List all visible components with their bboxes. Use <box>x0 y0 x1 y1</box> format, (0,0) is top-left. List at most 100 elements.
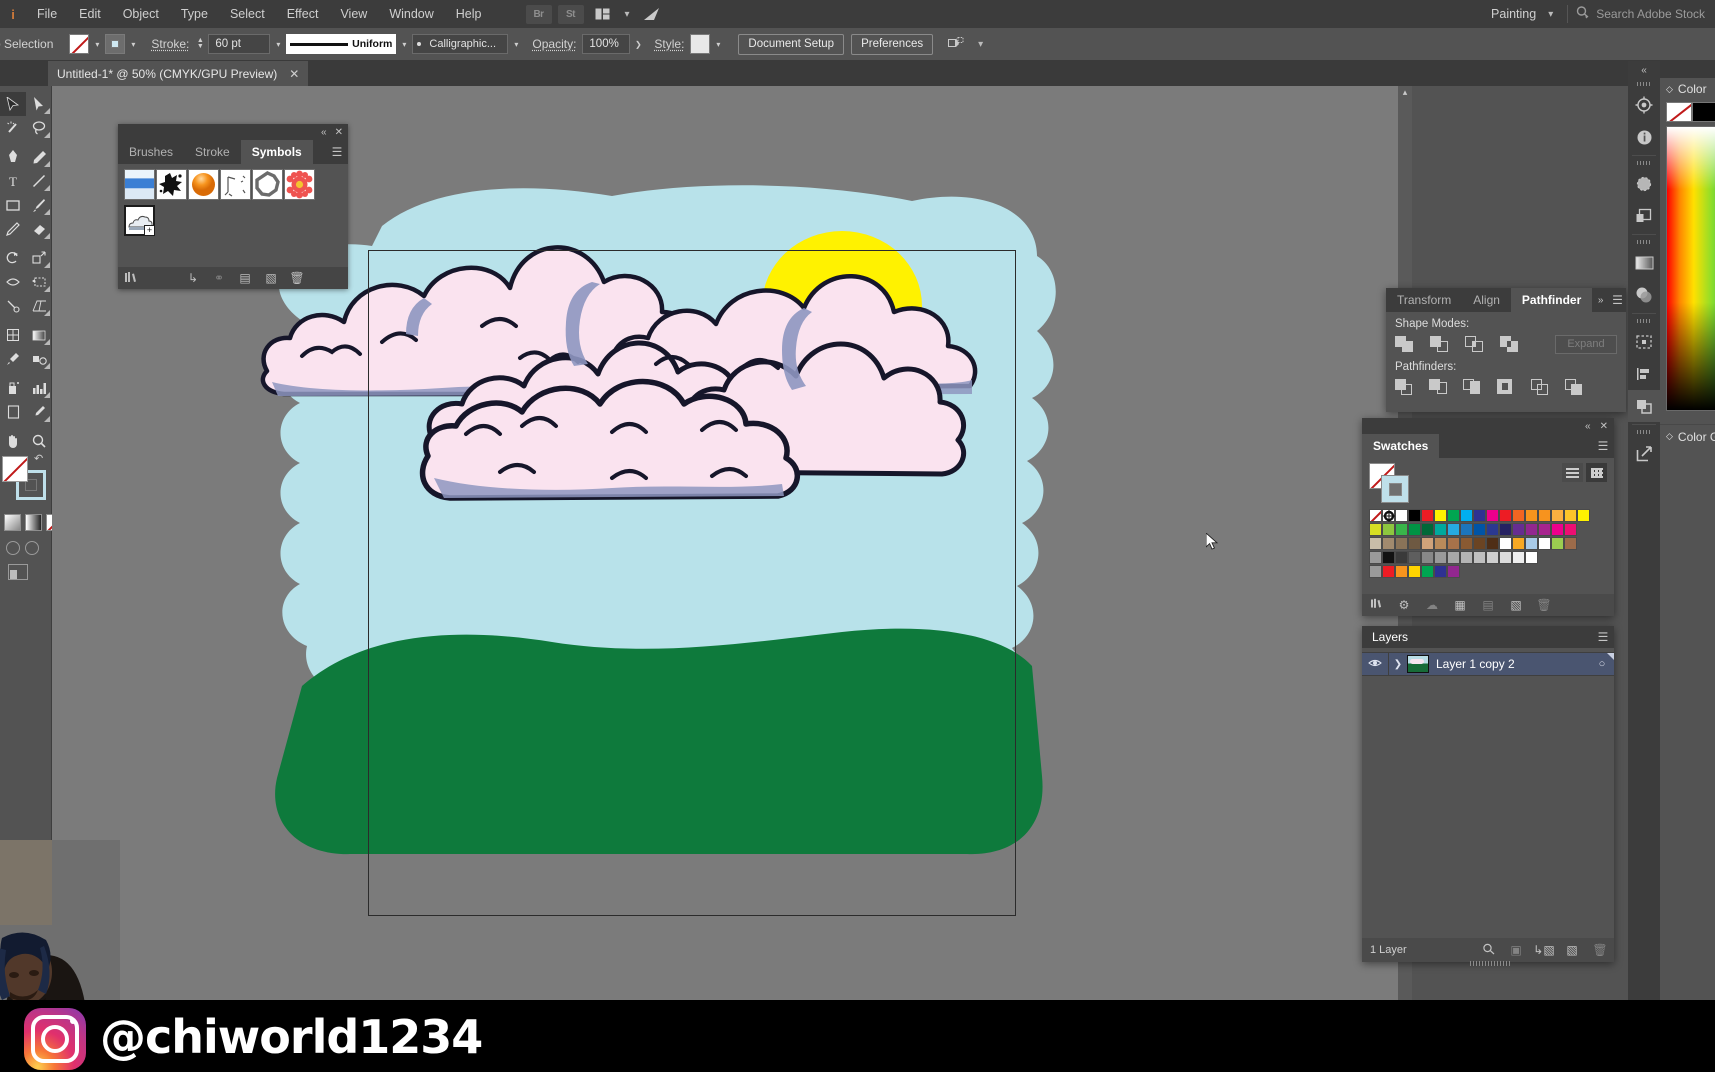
swatch-color[interactable] <box>1382 523 1395 536</box>
swatch-color[interactable] <box>1525 523 1538 536</box>
scroll-up-icon[interactable]: ▴ <box>1398 86 1412 99</box>
create-new-sublayer-icon[interactable]: ↳▧ <box>1530 943 1558 957</box>
panel-menu-icon[interactable]: ☰ <box>326 140 348 164</box>
swatch-color[interactable] <box>1512 537 1525 550</box>
divide-icon[interactable] <box>1395 377 1417 397</box>
gradient-icon[interactable] <box>1628 247 1660 279</box>
tab-pathfinder[interactable]: Pathfinder <box>1510 288 1593 312</box>
fill-chip[interactable] <box>1692 102 1715 122</box>
swatch-color[interactable] <box>1564 537 1577 550</box>
align-icon[interactable] <box>1628 358 1660 390</box>
artboards-icon[interactable] <box>1628 326 1660 358</box>
tab-layers[interactable]: Layers <box>1362 630 1418 644</box>
swatch-color[interactable] <box>1408 523 1421 536</box>
menu-effect[interactable]: Effect <box>276 0 330 28</box>
stroke-weight-stepper[interactable]: ▲ ▼ <box>195 37 205 50</box>
tab-align[interactable]: Align <box>1462 288 1511 312</box>
panel-dock-handle[interactable]: ◇ <box>1666 84 1673 95</box>
swatch-color[interactable] <box>1486 523 1499 536</box>
graphic-style-swatch[interactable] <box>690 34 711 54</box>
swatch-color[interactable] <box>1460 523 1473 536</box>
brush-chevron-down-icon[interactable]: ▾ <box>508 34 524 54</box>
gradient-tool[interactable] <box>26 323 52 347</box>
column-graph-tool[interactable] <box>26 376 52 400</box>
slice-tool[interactable] <box>26 400 52 424</box>
pen-tool[interactable] <box>0 145 26 169</box>
rail-grip-5[interactable] <box>1628 427 1660 437</box>
swatch-color[interactable] <box>1564 523 1577 536</box>
tab-brushes[interactable]: Brushes <box>118 140 184 164</box>
intersect-icon[interactable] <box>1465 334 1487 354</box>
swatch-color[interactable] <box>1382 537 1395 550</box>
swatch-color[interactable] <box>1538 537 1551 550</box>
panel-menu-icon[interactable]: ☰ <box>1592 434 1614 458</box>
swatch-color[interactable] <box>1460 509 1473 522</box>
color-panel[interactable]: ◇ Color ◇ Color Gui <box>1660 78 1715 448</box>
draw-behind-icon[interactable] <box>25 541 39 555</box>
swatch-color[interactable] <box>1525 537 1538 550</box>
list-view-icon[interactable] <box>1562 463 1583 482</box>
none-swatch[interactable] <box>1666 102 1692 122</box>
symbol-sprayer-tool[interactable] <box>0 376 26 400</box>
stroke-profile-chevron-down-icon[interactable]: ▾ <box>396 34 412 54</box>
workspace-chevron-down-icon[interactable]: ▾ <box>1542 9 1559 20</box>
color-guide-panel-title[interactable]: ◇ Color Gui <box>1660 424 1715 448</box>
arrange-chevron-down-icon[interactable]: ▾ <box>619 9 636 20</box>
swatch-options-icon[interactable]: ☁ <box>1418 598 1446 612</box>
grid-view-icon[interactable] <box>1586 463 1607 482</box>
layer-row[interactable]: ❯ Layer 1 copy 2 ○ <box>1362 652 1614 676</box>
swatch-color[interactable] <box>1512 509 1525 522</box>
tab-stroke[interactable]: Stroke <box>184 140 241 164</box>
symbol-cloud[interactable]: + <box>124 205 155 236</box>
new-swatch-icon[interactable]: ▧ <box>1502 598 1530 612</box>
tab-symbols[interactable]: Symbols <box>240 140 313 164</box>
layers-panel[interactable]: Layers ☰ ❯ Layer 1 copy 2 ○ 1 Layer ▣ ↳▧… <box>1362 626 1614 966</box>
appearance-icon[interactable] <box>1628 200 1660 232</box>
artboard-tool[interactable] <box>0 400 26 424</box>
swatch-color[interactable] <box>1421 509 1434 522</box>
place-symbol-instance-icon[interactable]: ↳ <box>180 271 206 285</box>
swatch-color[interactable] <box>1473 551 1486 564</box>
perspective-grid-tool[interactable] <box>26 294 52 318</box>
create-new-layer-icon[interactable]: ▧ <box>1558 943 1586 957</box>
panel-dock-handle-2[interactable]: ◇ <box>1666 431 1673 442</box>
swatch-color[interactable] <box>1434 537 1447 550</box>
swatch-color[interactable] <box>1369 537 1382 550</box>
collapse-panel-icon[interactable]: « <box>1585 421 1591 432</box>
crop-icon[interactable] <box>1497 377 1519 397</box>
swatch-color[interactable] <box>1499 537 1512 550</box>
opacity-expand-icon[interactable]: ❯ <box>630 34 646 54</box>
locate-object-icon[interactable] <box>1474 943 1502 958</box>
delete-symbol-icon[interactable]: 🗑 <box>284 271 310 285</box>
color-wheel-icon[interactable] <box>1628 89 1660 121</box>
swatch-registration[interactable] <box>1382 509 1395 522</box>
stroke-weight-chevron-down-icon[interactable]: ▾ <box>270 34 286 54</box>
document-setup-button[interactable]: Document Setup <box>738 33 845 55</box>
swatch-color[interactable] <box>1551 523 1564 536</box>
swatch-color[interactable] <box>1512 523 1525 536</box>
change-screen-mode-icon[interactable] <box>8 564 28 580</box>
arrange-documents-icon[interactable] <box>590 5 616 24</box>
color-swatch-button[interactable] <box>4 514 21 531</box>
show-swatch-kinds-icon[interactable]: ⚙ <box>1390 598 1418 612</box>
swatch-color[interactable] <box>1408 565 1421 578</box>
stroke-chevron-down-icon[interactable]: ▾ <box>125 34 141 54</box>
style-chevron-down-icon[interactable]: ▾ <box>710 34 726 54</box>
chevron-right-icon[interactable]: ❯ <box>1389 659 1407 670</box>
workspace-switcher[interactable]: Painting <box>1485 7 1542 21</box>
minus-back-icon[interactable] <box>1565 377 1587 397</box>
swatch-color[interactable] <box>1434 509 1447 522</box>
swatch-color[interactable] <box>1395 565 1408 578</box>
swatch-color[interactable] <box>1564 509 1577 522</box>
stroke-weight-input[interactable]: 60 pt <box>208 34 271 54</box>
swatch-color[interactable] <box>1486 509 1499 522</box>
blend-tool[interactable] <box>26 347 52 371</box>
merge-icon[interactable] <box>1463 377 1485 397</box>
zoom-tool[interactable] <box>26 429 52 453</box>
swatch-color[interactable] <box>1473 523 1486 536</box>
panel-menu-icon[interactable]: ☰ <box>1592 630 1614 644</box>
rail-grip-3[interactable] <box>1628 237 1660 247</box>
swatch-color[interactable] <box>1486 551 1499 564</box>
swatch-color[interactable] <box>1421 565 1434 578</box>
eye-icon[interactable] <box>1362 657 1388 671</box>
